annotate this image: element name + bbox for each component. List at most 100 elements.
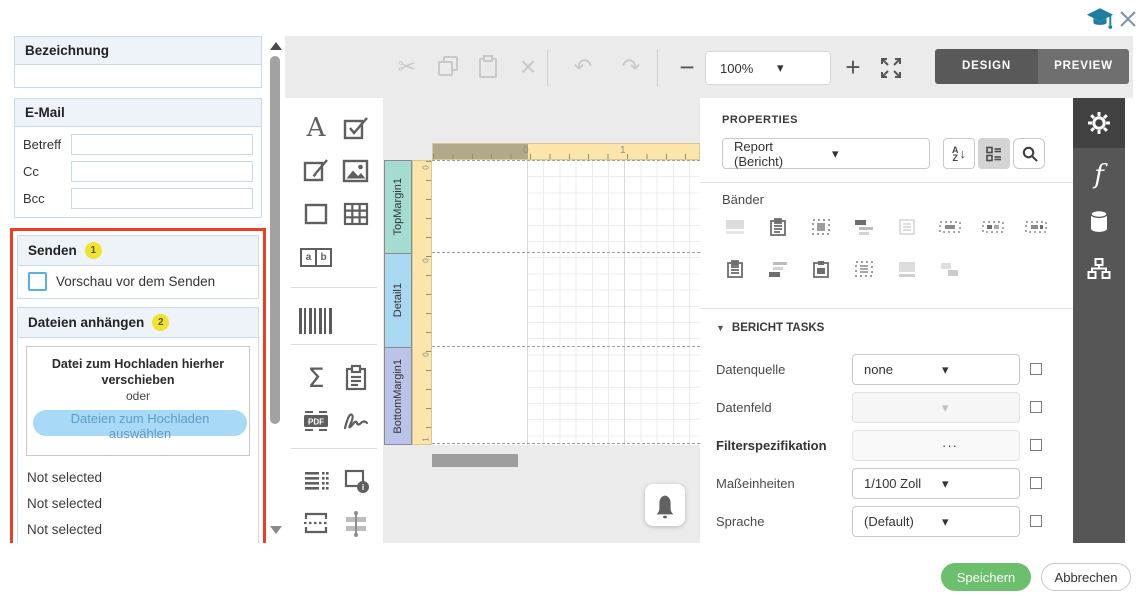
picture-tool-icon[interactable] xyxy=(334,152,378,190)
tab-design[interactable]: DESIGN xyxy=(935,49,1038,84)
rich-text-tool-icon[interactable] xyxy=(294,152,338,190)
preview-before-send-label: Vorschau vor dem Senden xyxy=(56,274,215,289)
bcc-input[interactable] xyxy=(71,188,253,209)
page-break-tool-icon[interactable] xyxy=(294,504,338,542)
undo-icon[interactable]: ↶ xyxy=(568,52,598,82)
page-header-band-icon[interactable] xyxy=(808,216,834,238)
vertical-header-band-icon[interactable] xyxy=(980,216,1006,238)
pdf-content-tool-icon[interactable]: PDF xyxy=(294,402,338,440)
palette-divider xyxy=(291,344,377,345)
band-bottommargin[interactable] xyxy=(432,347,700,444)
property-checkbox[interactable] xyxy=(1030,439,1042,451)
scroll-up-icon[interactable] xyxy=(270,42,282,50)
zoom-out-icon[interactable]: − xyxy=(672,52,702,82)
scrollbar-thumb[interactable] xyxy=(270,56,280,424)
band-strips: TopMargin1 Detail1 BottomMargin1 xyxy=(384,160,412,445)
report-canvas[interactable] xyxy=(432,160,700,445)
page-info-tool-icon[interactable]: i xyxy=(334,462,378,500)
shape-tool-icon[interactable] xyxy=(294,195,338,233)
character-comb-tool-icon[interactable]: ab xyxy=(294,238,338,276)
band-strip-detail[interactable]: Detail1 xyxy=(384,253,412,347)
chevron-down-icon: ▾ xyxy=(931,514,1019,530)
property-checkbox[interactable] xyxy=(1030,401,1042,413)
design-surface[interactable]: 0 1 TopMargin1 Detail1 BottomMargin1 0 0… xyxy=(383,98,700,543)
graduation-cap-icon[interactable] xyxy=(1085,6,1115,32)
attachments-title: Dateien anhängen xyxy=(28,315,144,330)
select-files-button[interactable]: Dateien zum Hochladen auswählen xyxy=(33,410,247,436)
detail-report-band-icon[interactable] xyxy=(937,216,963,238)
copy-icon[interactable] xyxy=(433,52,463,82)
cancel-button[interactable]: Abbrechen xyxy=(1041,563,1131,591)
settings-rail-button[interactable] xyxy=(1073,98,1125,148)
file-dropzone[interactable]: Datei zum Hochladen hierher verschieben … xyxy=(26,346,250,456)
band-strip-topmargin[interactable]: TopMargin1 xyxy=(384,160,412,253)
checkbox-tool-icon[interactable] xyxy=(334,109,378,147)
redo-icon[interactable]: ↷ xyxy=(616,52,646,82)
signature-tool-icon[interactable] xyxy=(334,402,378,440)
cross-band-line-tool-icon[interactable] xyxy=(334,504,378,542)
property-checkbox[interactable] xyxy=(1030,515,1042,527)
report-structure-rail-button[interactable] xyxy=(1073,244,1125,294)
report-footer-band-icon[interactable] xyxy=(722,258,748,280)
property-checkbox[interactable] xyxy=(1030,363,1042,375)
label-tool-icon[interactable]: A xyxy=(294,109,338,147)
cc-input[interactable] xyxy=(71,161,253,182)
panel-scrollbar[interactable] xyxy=(268,36,283,543)
cut-icon[interactable]: ✂ xyxy=(392,52,422,82)
element-selector[interactable]: Report (Bericht) ▾ xyxy=(722,138,930,169)
filter-editor-field[interactable]: ··· xyxy=(852,430,1020,461)
sitemap-icon xyxy=(1087,258,1111,280)
ellipsis-icon[interactable]: ··· xyxy=(931,438,1019,453)
search-button[interactable] xyxy=(1013,138,1045,169)
band-topmargin[interactable] xyxy=(432,160,700,253)
data-source-rail-button[interactable] xyxy=(1073,196,1125,246)
barcode-tool-icon[interactable] xyxy=(294,302,338,340)
sort-az-button[interactable]: AZ↓ xyxy=(943,138,975,169)
control-palette: A xyxy=(285,98,384,543)
panel-tool-icon[interactable] xyxy=(334,359,378,397)
bottom-margin-band-icon[interactable] xyxy=(894,258,920,280)
report-header-band-icon[interactable] xyxy=(765,216,791,238)
palette-divider xyxy=(291,448,377,449)
detail-band-icon[interactable] xyxy=(894,216,920,238)
category-view-button[interactable] xyxy=(978,138,1010,169)
sprache-select[interactable]: (Default) ▾ xyxy=(852,506,1020,537)
zoom-level-select[interactable]: 100% ▾ xyxy=(705,51,831,85)
svg-text:i: i xyxy=(362,482,364,492)
bezeichnung-section: Bezeichnung xyxy=(14,36,262,88)
property-checkbox[interactable] xyxy=(1030,477,1042,489)
summary-tool-icon[interactable]: Σ xyxy=(294,359,338,397)
masseinheiten-select[interactable]: 1/100 Zoll ▾ xyxy=(852,468,1020,499)
paste-icon[interactable] xyxy=(473,52,503,82)
horizontal-scrollbar-thumb[interactable] xyxy=(432,454,518,467)
band-detail[interactable] xyxy=(432,253,700,347)
close-icon[interactable] xyxy=(1117,8,1139,30)
element-selector-value: Report (Bericht) xyxy=(723,139,821,169)
page-footer-band-icon[interactable] xyxy=(808,258,834,280)
top-margin-band-icon[interactable] xyxy=(722,216,748,238)
vertical-detail-band-icon[interactable] xyxy=(1023,216,1049,238)
preview-before-send-checkbox[interactable] xyxy=(28,272,47,291)
subreport-tool-icon[interactable] xyxy=(294,462,338,500)
fullscreen-icon[interactable] xyxy=(876,53,906,83)
table-tool-icon[interactable] xyxy=(334,195,378,233)
expressions-rail-button[interactable]: f xyxy=(1073,150,1125,200)
sub-band-icon[interactable] xyxy=(851,258,877,280)
step-badge-1: 1 xyxy=(85,242,102,259)
panel-divider xyxy=(700,308,1073,309)
delete-icon[interactable]: × xyxy=(513,52,543,82)
datenquelle-select[interactable]: none ▾ xyxy=(852,354,1020,385)
cross-band-icon[interactable] xyxy=(937,258,963,280)
report-tasks-header[interactable]: ▼ BERICHT TASKS xyxy=(716,322,824,334)
group-header-band-icon[interactable] xyxy=(851,216,877,238)
scroll-down-icon[interactable] xyxy=(270,526,282,534)
bezeichnung-input[interactable] xyxy=(15,64,261,87)
email-title: E-Mail xyxy=(15,99,261,127)
tab-preview[interactable]: PREVIEW xyxy=(1038,49,1129,84)
betreff-input[interactable] xyxy=(71,134,253,155)
save-button[interactable]: Speichern xyxy=(941,563,1031,591)
group-footer-band-icon[interactable] xyxy=(765,258,791,280)
zoom-in-icon[interactable]: + xyxy=(838,52,868,82)
notifications-button[interactable] xyxy=(645,484,685,526)
band-strip-bottommargin[interactable]: BottomMargin1 xyxy=(384,347,412,445)
